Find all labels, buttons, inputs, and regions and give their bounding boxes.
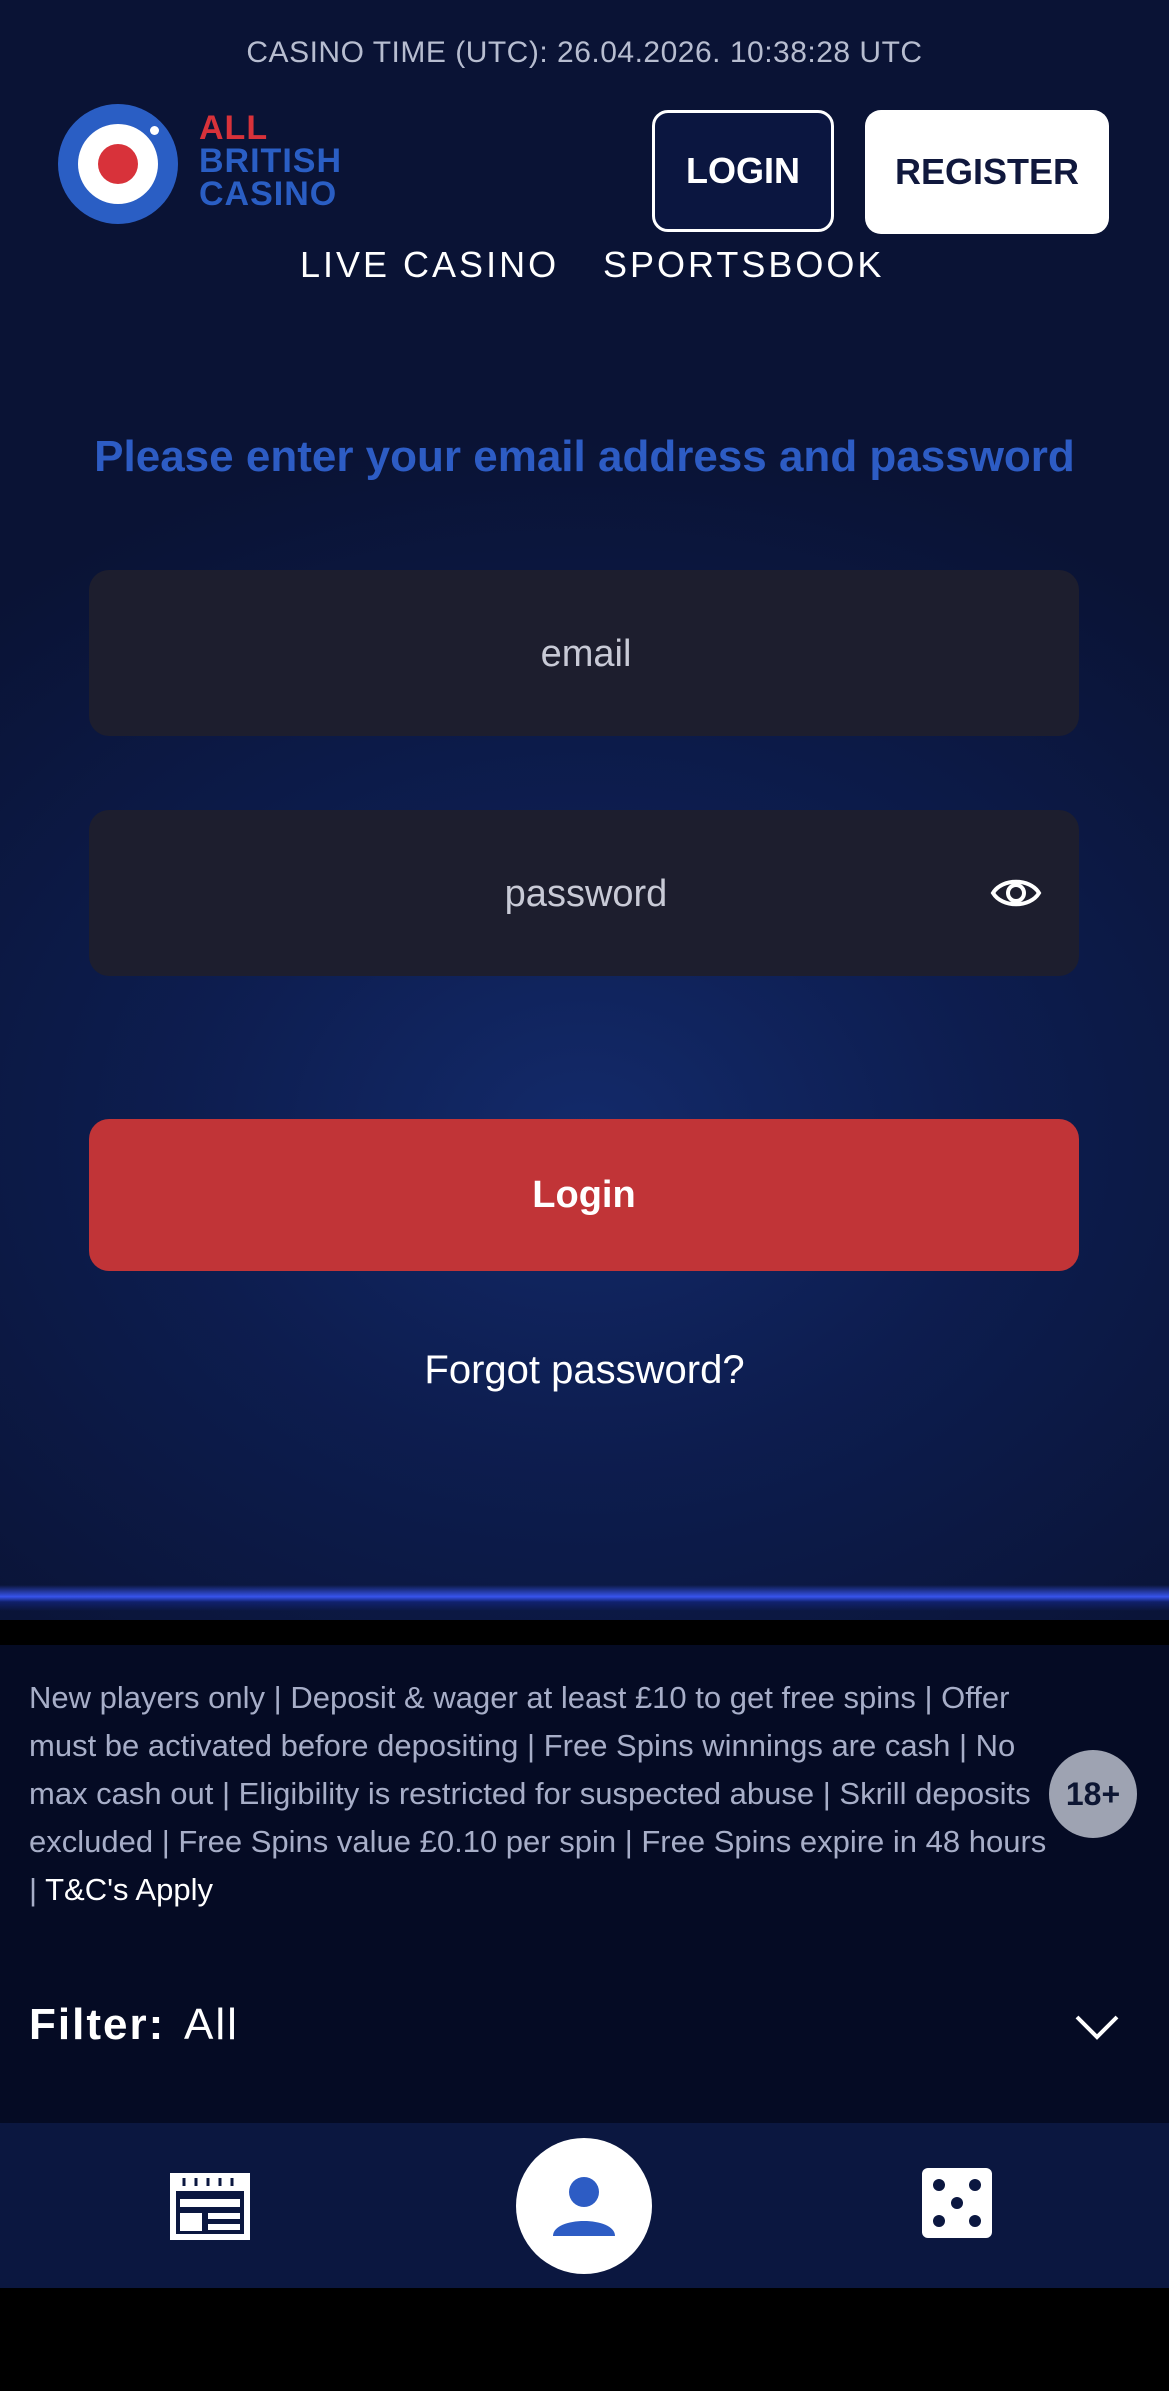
- email-field[interactable]: [89, 570, 1083, 738]
- register-button[interactable]: REGISTER: [865, 110, 1109, 234]
- logo-wordmark: ALL BRITISH CASINO: [199, 109, 342, 213]
- eye-icon[interactable]: [990, 875, 1042, 911]
- horizon-glow: [0, 1585, 1169, 1611]
- logo-line-1: ALL: [199, 109, 269, 147]
- news-icon[interactable]: [170, 2170, 250, 2240]
- promo-disclaimer: New players only | Deposit & wager at le…: [29, 1674, 1049, 1914]
- filter-value[interactable]: All: [184, 2000, 239, 2050]
- forgot-password-link[interactable]: Forgot password?: [0, 1348, 1169, 1393]
- casino-logo[interactable]: ALL BRITISH CASINO: [58, 104, 378, 228]
- casino-time: CASINO TIME (UTC): 26.04.2026. 10:38:28 …: [246, 36, 923, 69]
- tc-link[interactable]: T&C's Apply: [45, 1872, 213, 1907]
- nav-live-casino[interactable]: LIVE CASINO: [300, 244, 559, 286]
- roundel-icon: [58, 104, 178, 224]
- login-submit-button[interactable]: Login: [89, 1119, 1079, 1271]
- logo-line-3: CASINO: [199, 175, 338, 213]
- user-icon: [553, 2177, 615, 2236]
- nav-sportsbook[interactable]: SPORTSBOOK: [603, 244, 884, 286]
- password-field-container: [89, 810, 1083, 978]
- login-prompt: Please enter your email address and pass…: [94, 432, 1075, 481]
- filter-label: Filter:: [29, 2000, 166, 2049]
- logo-line-2: BRITISH: [199, 142, 342, 180]
- chevron-down-icon[interactable]: [1074, 2012, 1120, 2042]
- roundel-dot: [150, 126, 159, 135]
- age-badge: 18+: [1049, 1750, 1137, 1838]
- header-login-button[interactable]: LOGIN: [652, 110, 834, 232]
- email-field-container: [89, 570, 1083, 738]
- dice-icon[interactable]: [922, 2168, 992, 2238]
- password-field[interactable]: [89, 810, 1083, 978]
